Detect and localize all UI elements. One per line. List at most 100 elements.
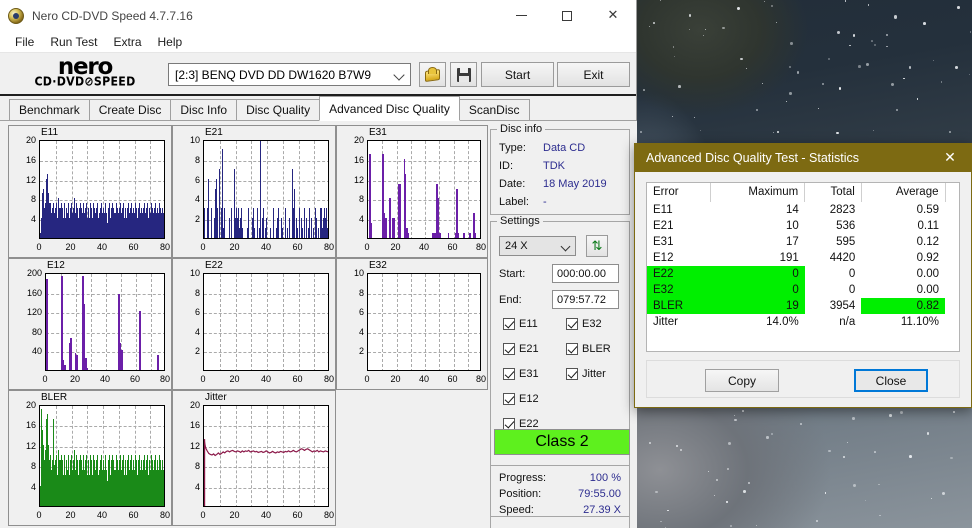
start-time-label: Start: — [499, 268, 526, 280]
chart-bar — [447, 233, 450, 238]
grid-line-horizontal — [46, 352, 164, 354]
x-axis-tick-label: 20 — [69, 374, 80, 384]
chart-bar — [257, 208, 259, 238]
chart-e22: E22 2 4 6 8 10 0 20 40 60 80 — [172, 258, 336, 390]
end-time-label: End: — [499, 294, 522, 306]
x-axis-tick-label: 20 — [390, 242, 401, 252]
end-time-field[interactable]: 079:57.72 — [552, 290, 619, 309]
table-row[interactable]: Jitter 14.0% n/a 11.10% — [647, 314, 959, 330]
chart-e12: E12 40 80 120 160 200 0 20 40 60 80 — [8, 258, 172, 390]
tab-disc-info[interactable]: Disc Info — [170, 99, 238, 120]
progress-value: 100 % — [589, 472, 621, 484]
checkbox-e32[interactable]: E32 — [566, 318, 602, 330]
grid-line-horizontal — [368, 352, 480, 354]
chart-bar — [439, 233, 441, 238]
y-axis-tick-label: 8 — [194, 287, 200, 298]
x-axis-tick-label: 0 — [364, 374, 370, 384]
checkbox-e11[interactable]: E11 — [503, 318, 538, 330]
chart-bar — [317, 228, 319, 238]
table-row[interactable]: E12 191 4420 0.92 — [647, 250, 959, 266]
chart-bar — [70, 338, 72, 370]
start-time-field[interactable]: 000:00.00 — [552, 264, 619, 283]
refresh-button[interactable]: ⇅ — [586, 235, 608, 257]
start-button[interactable]: Start — [481, 62, 554, 87]
chart-bar — [474, 233, 477, 238]
grid-line-vertical — [410, 141, 412, 238]
menu-item-run-test[interactable]: Run Test — [42, 33, 105, 51]
chart-bar — [304, 208, 306, 238]
cell-error: E22 — [647, 266, 711, 282]
x-axis-tick-label: 80 — [475, 242, 486, 252]
grid-line-horizontal — [368, 332, 480, 334]
table-row[interactable]: BLER 19 3954 0.82 — [647, 298, 959, 314]
table-row[interactable]: E32 0 0 0.00 — [647, 282, 959, 298]
close-icon[interactable]: ✕ — [929, 144, 971, 172]
refresh-arrows-icon: ⇅ — [591, 238, 603, 254]
tab-scandisc[interactable]: ScanDisc — [458, 99, 530, 120]
menu-item-file[interactable]: File — [7, 33, 42, 51]
x-axis-tick-label: 0 — [200, 374, 206, 384]
tab-advanced-disc-quality[interactable]: Advanced Disc Quality — [319, 96, 460, 121]
window-titlebar: Nero CD-DVD Speed 4.7.7.16 ✕ — [0, 0, 636, 31]
y-axis-tick-label: 6 — [194, 174, 200, 185]
grid-line-vertical — [453, 141, 455, 238]
y-axis-tick-label: 12 — [25, 174, 36, 185]
y-axis-tick-label: 8 — [358, 287, 364, 298]
grid-line-horizontal — [368, 200, 480, 202]
close-icon[interactable]: ✕ — [590, 0, 636, 31]
chart-plot-area — [367, 140, 481, 239]
drive-select[interactable]: [2:3] BENQ DVD DD DW1620 B7W9 — [168, 63, 411, 86]
grid-line-vertical — [91, 274, 92, 370]
table-row[interactable]: E21 10 536 0.11 — [647, 218, 959, 234]
chart-bar — [76, 355, 78, 370]
checkbox-e12[interactable]: E12 — [503, 393, 539, 405]
chart-plot-area — [203, 273, 329, 371]
grid-line-vertical — [267, 141, 268, 238]
x-axis-tick-label: 0 — [364, 242, 370, 252]
grid-line-vertical — [267, 274, 268, 370]
checkbox-e21[interactable]: E21 — [503, 343, 539, 355]
y-axis-tick-label: 20 — [25, 135, 36, 145]
chart-bar — [299, 208, 301, 238]
grid-line-vertical — [410, 274, 412, 370]
chart-bar — [328, 218, 329, 238]
minimize-icon[interactable] — [498, 0, 544, 31]
cell-error: E31 — [653, 236, 674, 248]
speed-select-value: 24 X — [505, 240, 528, 252]
cell-maximum: 14 — [785, 204, 799, 216]
tab-benchmark[interactable]: Benchmark — [9, 99, 90, 120]
table-row[interactable]: E31 17 595 0.12 — [647, 234, 959, 250]
checkbox-e21-box — [503, 343, 515, 355]
chart-bar — [222, 148, 224, 238]
menu-item-help[interactable]: Help — [150, 33, 191, 51]
speed-label: Speed: — [499, 504, 534, 516]
col-header-error: Error — [647, 183, 711, 202]
exit-button[interactable]: Exit — [557, 62, 630, 87]
x-axis-tick-label: 40 — [96, 510, 107, 520]
speed-select[interactable]: 24 X — [499, 236, 576, 256]
save-button[interactable] — [450, 62, 477, 87]
table-row[interactable]: E22 0 0 0.00 — [647, 266, 959, 282]
checkbox-e31[interactable]: E31 — [503, 368, 539, 380]
grid-line-vertical — [106, 274, 107, 370]
grid-line-vertical — [467, 141, 469, 238]
checkbox-jitter[interactable]: Jitter — [566, 368, 606, 380]
tab-create-disc[interactable]: Create Disc — [88, 99, 172, 120]
x-axis-tick-label: 60 — [129, 374, 140, 384]
tab-disc-quality[interactable]: Disc Quality — [236, 99, 321, 120]
chart-bar — [288, 218, 290, 238]
x-axis-tick-label: 0 — [200, 510, 206, 520]
maximize-icon[interactable] — [544, 0, 590, 31]
copy-button[interactable]: Copy — [705, 369, 779, 392]
x-axis-tick-label: 60 — [128, 242, 139, 252]
table-row[interactable]: E11 14 2823 0.59 — [647, 202, 959, 218]
grid-line-vertical — [382, 274, 384, 370]
checkbox-bler[interactable]: BLER — [566, 343, 611, 355]
close-button[interactable]: Close — [854, 369, 928, 392]
window-controls: ✕ — [498, 0, 636, 31]
menu-item-extra[interactable]: Extra — [105, 33, 149, 51]
eject-button[interactable] — [419, 62, 446, 87]
x-axis-tick-label: 40 — [418, 242, 429, 252]
col-header-average: Average — [861, 183, 946, 202]
cell-maximum: 0 — [710, 266, 805, 282]
